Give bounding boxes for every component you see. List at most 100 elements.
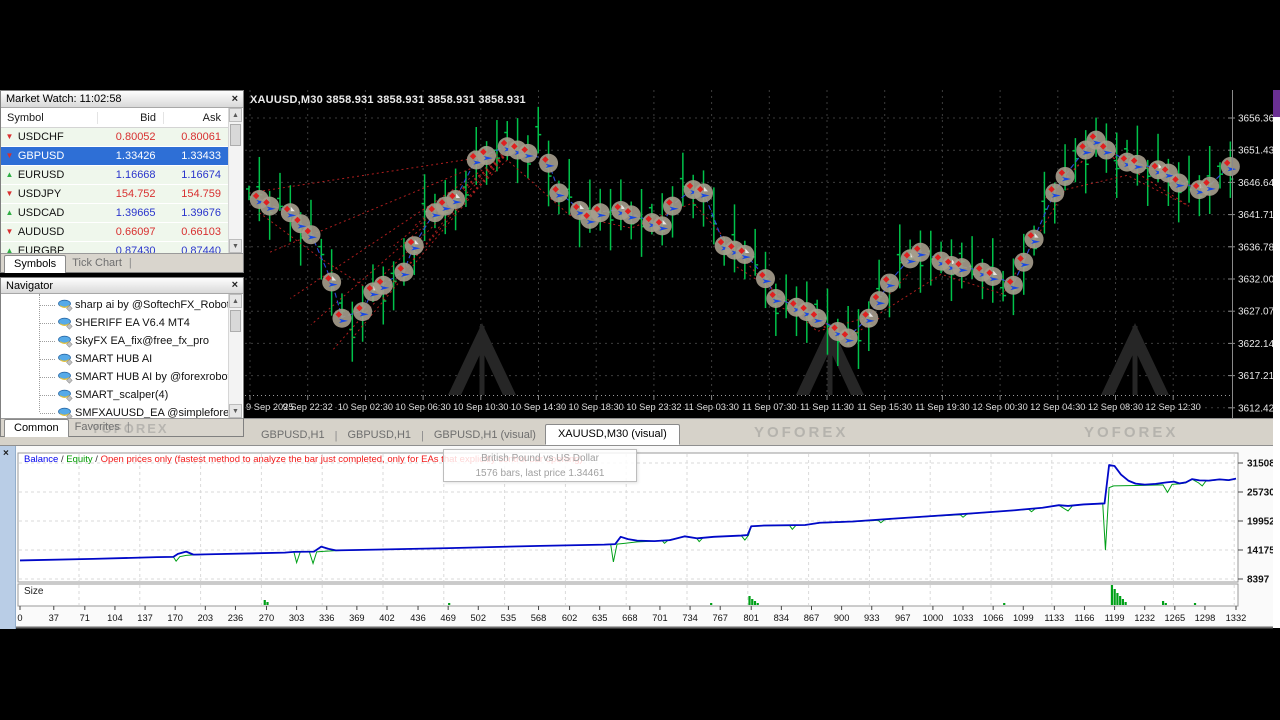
- navigator-item[interactable]: SMART HUB AI: [1, 350, 228, 368]
- symbol-label: EURGBP: [18, 245, 97, 253]
- svg-text:1066: 1066: [983, 613, 1004, 623]
- close-icon[interactable]: ×: [3, 448, 9, 459]
- market-watch-tabs: SymbolsTick Chart|: [1, 253, 243, 272]
- chart-title: XAUUSD,M30 3858.931 3858.931 3858.931 38…: [250, 94, 526, 106]
- ask-value: 0.66103: [163, 226, 228, 238]
- scroll-thumb[interactable]: [230, 310, 241, 332]
- window-edge-accent: [1273, 90, 1280, 117]
- navigator-panel: Navigator × sharp ai by @SoftechFX_Robot…: [0, 277, 244, 437]
- chart-tab-gbpusd-h1-visual-[interactable]: GBPUSD,H1 (visual): [425, 426, 545, 445]
- market-watch-row-eurusd[interactable]: ▲EURUSD1.166681.16674: [1, 166, 228, 185]
- svg-text:14175: 14175: [1247, 545, 1273, 556]
- market-watch-titlebar[interactable]: Market Watch: 11:02:58 ×: [1, 91, 243, 108]
- svg-text:568: 568: [531, 613, 547, 623]
- navigator-item-label: sharp ai by @SoftechFX_Robot: [75, 299, 228, 311]
- navigator-scrollbar[interactable]: ▲ ▼: [228, 294, 242, 418]
- column-symbol[interactable]: Symbol: [1, 112, 98, 124]
- chart-tab-bar: YOFOREX YOFOREX GBPUSD,H1|GBPUSD,H1|GBPU…: [244, 418, 1273, 445]
- svg-text:0: 0: [17, 613, 22, 623]
- navigator-item[interactable]: SkyFX EA_fix@free_fx_pro: [1, 332, 228, 350]
- navigator-item-label: SMART_scalper(4): [75, 389, 168, 401]
- svg-text:11 Sep 11:30: 11 Sep 11:30: [800, 402, 854, 412]
- svg-text:1133: 1133: [1044, 613, 1064, 623]
- market-watch-row-usdcad[interactable]: ▲USDCAD1.396651.39676: [1, 204, 228, 223]
- symbol-label: USDJPY: [18, 188, 97, 200]
- navigator-item[interactable]: SMFXAUUSD_EA @simpleforex: [1, 404, 228, 418]
- market-watch-row-usdchf[interactable]: ▼USDCHF0.800520.80061: [1, 128, 228, 147]
- svg-text:734: 734: [682, 613, 698, 623]
- svg-text:436: 436: [410, 613, 426, 623]
- tester-panel-handle[interactable]: ×: [0, 446, 16, 629]
- bid-value: 1.39665: [97, 207, 162, 219]
- svg-text:11 Sep 15:30: 11 Sep 15:30: [857, 402, 912, 412]
- svg-text:303: 303: [289, 613, 305, 623]
- tree-connector: [40, 341, 55, 342]
- market-watch-row-usdjpy[interactable]: ▼USDJPY154.752154.759: [1, 185, 228, 204]
- scroll-down-icon[interactable]: ▼: [229, 404, 242, 418]
- bid-value: 0.87430: [97, 245, 162, 253]
- navigator-item-label: SMFXAUUSD_EA @simpleforex: [75, 407, 228, 418]
- ask-value: 0.87440: [163, 245, 228, 253]
- chart-tab-xauusd-m30-visual-[interactable]: XAUUSD,M30 (visual): [545, 424, 680, 445]
- svg-text:867: 867: [804, 613, 820, 623]
- market-watch-header: Symbol Bid Ask: [1, 108, 228, 128]
- market-watch-panel: Market Watch: 11:02:58 × Symbol Bid Ask …: [0, 90, 244, 273]
- symbol-label: USDCAD: [18, 207, 97, 219]
- chart-tab-gbpusd-h1[interactable]: GBPUSD,H1: [252, 426, 334, 445]
- svg-text:1265: 1265: [1164, 613, 1185, 623]
- price-down-icon: ▼: [1, 190, 18, 198]
- scroll-track[interactable]: [229, 122, 242, 239]
- navigator-tab-common[interactable]: Common: [4, 419, 69, 437]
- navigator-item[interactable]: SHERIFF EA V6.4 MT4: [1, 314, 228, 332]
- scroll-up-icon[interactable]: ▲: [229, 108, 242, 122]
- market-watch-tab-tick-chart[interactable]: Tick Chart: [66, 255, 128, 272]
- chart-tab-gbpusd-h1[interactable]: GBPUSD,H1: [338, 426, 420, 445]
- svg-text:10 Sep 23:32: 10 Sep 23:32: [626, 402, 681, 412]
- svg-text:701: 701: [652, 613, 668, 623]
- market-watch-scrollbar[interactable]: ▲ ▼: [228, 108, 242, 253]
- navigator-tabs: YOFOREX CommonFavorites|: [1, 418, 243, 436]
- market-watch-row-audusd[interactable]: ▼AUDUSD0.660970.66103: [1, 223, 228, 242]
- scroll-thumb[interactable]: [230, 124, 241, 146]
- svg-text:502: 502: [471, 613, 487, 623]
- navigator-item-label: SkyFX EA_fix@free_fx_pro: [75, 335, 209, 347]
- column-ask[interactable]: Ask: [164, 112, 228, 124]
- svg-text:3641.715: 3641.715: [1238, 210, 1273, 221]
- navigator-item[interactable]: SMART HUB AI by @forexrobot: [1, 368, 228, 386]
- close-icon[interactable]: ×: [232, 94, 238, 105]
- navigator-titlebar[interactable]: Navigator ×: [1, 278, 243, 294]
- svg-text:12 Sep 04:30: 12 Sep 04:30: [1030, 402, 1085, 412]
- svg-text:3627.070: 3627.070: [1238, 307, 1273, 318]
- market-watch-tab-symbols[interactable]: Symbols: [4, 255, 66, 273]
- market-watch-row-eurgbp[interactable]: ▲EURGBP0.874300.87440: [1, 242, 228, 253]
- svg-text:19952: 19952: [1247, 517, 1273, 528]
- svg-text:8397: 8397: [1247, 575, 1270, 586]
- window-scrollbar-track[interactable]: [1273, 90, 1280, 628]
- svg-text:10 Sep 02:30: 10 Sep 02:30: [338, 402, 393, 412]
- close-icon[interactable]: ×: [232, 280, 238, 291]
- svg-text:3646.645: 3646.645: [1238, 178, 1273, 189]
- scroll-up-icon[interactable]: ▲: [229, 294, 242, 308]
- size-panel-label: Size: [24, 586, 43, 597]
- svg-text:170: 170: [167, 613, 183, 623]
- market-watch-rows: ▼USDCHF0.800520.80061▼GBPUSD1.334261.334…: [1, 128, 228, 253]
- expert-advisor-icon: [58, 389, 75, 402]
- scroll-track[interactable]: [229, 308, 242, 404]
- navigator-item[interactable]: sharp ai by @SoftechFX_Robot: [1, 296, 228, 314]
- bid-value: 1.16668: [97, 169, 162, 181]
- market-watch-row-gbpusd[interactable]: ▼GBPUSD1.334261.33433: [1, 147, 228, 166]
- chart-ohlc-quotes: 3858.931 3858.931 3858.931 3858.931: [326, 94, 526, 106]
- scroll-down-icon[interactable]: ▼: [229, 239, 242, 253]
- svg-text:535: 535: [501, 613, 517, 623]
- navigator-item[interactable]: SMART_scalper(4): [1, 386, 228, 404]
- svg-text:236: 236: [228, 613, 244, 623]
- price-chart-canvas[interactable]: 3656.3603651.4303646.6453641.7153636.785…: [245, 90, 1273, 418]
- legend-equity: Equity: [66, 454, 92, 465]
- svg-text:767: 767: [712, 613, 728, 623]
- yoforex-watermark-text: YOFOREX: [91, 421, 169, 436]
- expert-advisor-icon: [58, 317, 75, 330]
- svg-text:203: 203: [198, 613, 214, 623]
- chart-window: 3656.3603651.4303646.6453641.7153636.785…: [245, 90, 1273, 418]
- column-bid[interactable]: Bid: [98, 112, 164, 124]
- ask-value: 1.16674: [163, 169, 228, 181]
